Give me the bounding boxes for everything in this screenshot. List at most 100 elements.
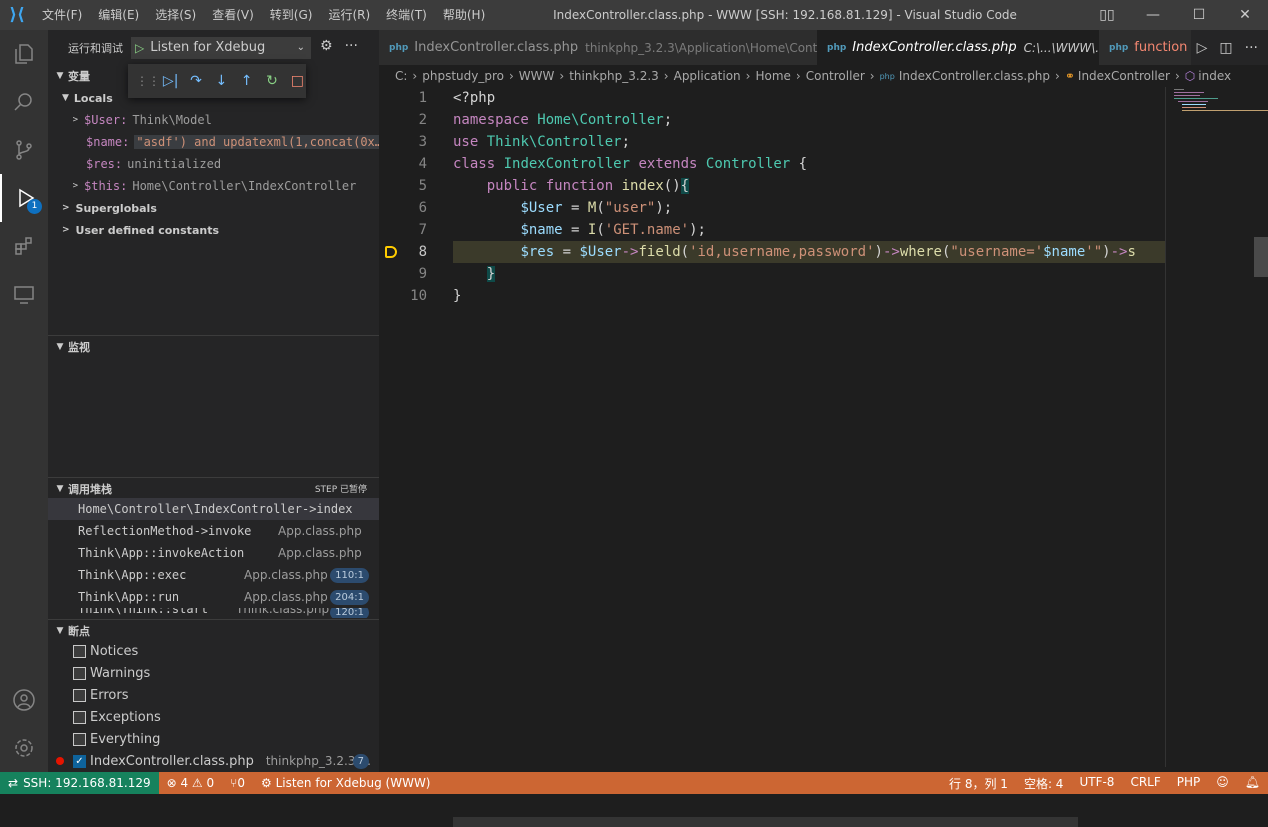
- breadcrumb-item[interactable]: IndexController: [1078, 69, 1170, 83]
- variable-user[interactable]: > $User: Think\Model: [48, 109, 379, 131]
- maximize-icon[interactable]: ☐: [1176, 0, 1222, 30]
- settings-gear-icon[interactable]: [0, 724, 48, 772]
- breakpoint-file[interactable]: ✓ IndexController.class.php thinkphp_3.2…: [48, 750, 379, 772]
- menu-run[interactable]: 运行(R): [320, 0, 378, 30]
- variable-this[interactable]: > $this: Home\Controller\IndexController: [48, 175, 379, 197]
- breakpoint-notices[interactable]: Notices: [48, 640, 379, 662]
- breadcrumb-item[interactable]: Application: [674, 69, 741, 83]
- checkbox[interactable]: [73, 732, 86, 746]
- debug-settings-gear-icon[interactable]: ⚙: [320, 38, 333, 54]
- breadcrumb-item[interactable]: thinkphp_3.2.3: [569, 69, 659, 83]
- checkbox[interactable]: [73, 710, 86, 724]
- callstack-frame[interactable]: Think\App::exec App.class.php 110:1: [48, 564, 379, 586]
- scope-superglobals[interactable]: > Superglobals: [62, 197, 157, 219]
- callstack-frame[interactable]: Think\Think::start Think.class.php 120:1: [48, 608, 379, 618]
- notifications-bell-icon[interactable]: 🔔︎: [1237, 775, 1268, 792]
- code-line[interactable]: }: [453, 285, 461, 307]
- language-mode[interactable]: PHP: [1169, 775, 1209, 792]
- checkbox[interactable]: [73, 666, 86, 680]
- encoding[interactable]: UTF-8: [1071, 775, 1122, 792]
- callstack-frame[interactable]: Think\App::run App.class.php 204:1: [48, 586, 379, 608]
- step-out-icon[interactable]: ↑: [238, 73, 255, 89]
- checkbox[interactable]: [73, 688, 86, 702]
- breakpoint-warnings[interactable]: Warnings: [48, 662, 379, 684]
- code-line[interactable]: $User = M("user");: [453, 197, 672, 219]
- code-line[interactable]: }: [453, 263, 496, 285]
- ports-indicator[interactable]: ⑂0: [222, 776, 253, 790]
- callstack-frame[interactable]: ReflectionMethod->invoke App.class.php: [48, 520, 379, 542]
- account-icon[interactable]: [0, 676, 48, 724]
- checkbox-checked[interactable]: ✓: [73, 754, 86, 768]
- menu-view[interactable]: 查看(V): [204, 0, 262, 30]
- breadcrumb-item[interactable]: WWW: [519, 69, 555, 83]
- feedback-icon[interactable]: ☺: [1208, 775, 1237, 792]
- code-line[interactable]: namespace Home\Controller;: [453, 109, 672, 131]
- layout-icon[interactable]: ▯▯: [1084, 0, 1130, 30]
- menu-file[interactable]: 文件(F): [34, 0, 90, 30]
- explorer-icon[interactable]: [0, 30, 48, 78]
- variable-name[interactable]: $name: "asdf') and updatexml(1,concat(0x…: [48, 131, 379, 153]
- drag-handle-icon[interactable]: ⋮⋮: [136, 74, 160, 88]
- breadcrumb-item[interactable]: phpstudy_pro: [422, 69, 504, 83]
- source-control-icon[interactable]: [0, 126, 48, 174]
- menu-terminal[interactable]: 终端(T): [378, 0, 435, 30]
- horizontal-scrollbar[interactable]: [453, 817, 1078, 827]
- breadcrumb-item[interactable]: IndexController.class.php: [899, 69, 1050, 83]
- menu-help[interactable]: 帮助(H): [435, 0, 493, 30]
- run-file-icon[interactable]: ▷: [1197, 40, 1208, 56]
- breadcrumb-item[interactable]: Controller: [806, 69, 865, 83]
- menu-edit[interactable]: 编辑(E): [90, 0, 147, 30]
- more-actions-icon[interactable]: ···: [1245, 40, 1258, 56]
- breadcrumb-item[interactable]: Home: [755, 69, 790, 83]
- code-line[interactable]: class IndexController extends Controller…: [453, 153, 807, 175]
- remote-indicator[interactable]: ⇄ SSH: 192.168.81.129: [0, 772, 159, 794]
- breadcrumb-item[interactable]: C:: [395, 69, 407, 83]
- tab-indexcontroller-1[interactable]: php IndexController.class.php thinkphp_3…: [379, 30, 817, 65]
- code-line[interactable]: use Think\Controller;: [453, 131, 630, 153]
- debug-config-select[interactable]: ▷ Listen for Xdebug ⌄: [131, 36, 311, 59]
- menu-go[interactable]: 转到(G): [262, 0, 321, 30]
- step-over-icon[interactable]: ↷: [187, 73, 204, 89]
- breakpoint-errors[interactable]: Errors: [48, 684, 379, 706]
- remote-explorer-icon[interactable]: [0, 270, 48, 318]
- more-actions-icon[interactable]: ···: [345, 38, 358, 54]
- close-window-icon[interactable]: ✕: [1222, 0, 1268, 30]
- breakpoint-exceptions[interactable]: Exceptions: [48, 706, 379, 728]
- vertical-scrollbar[interactable]: [1254, 237, 1268, 277]
- debug-toolbar: ⋮⋮ ▷| ↷ ↓ ↑ ↻ □: [128, 64, 306, 98]
- callstack-frame[interactable]: Think\App::invokeAction App.class.php: [48, 542, 379, 564]
- breadcrumb-item[interactable]: index: [1198, 69, 1231, 83]
- scope-user-constants[interactable]: > User defined constants: [62, 219, 219, 241]
- line-ending[interactable]: CRLF: [1122, 775, 1168, 792]
- debug-status[interactable]: ⚙ Listen for Xdebug (WWW): [253, 776, 439, 790]
- problems-indicator[interactable]: ⊗ 4 ⚠ 0: [159, 776, 223, 790]
- continue-icon[interactable]: ▷|: [162, 73, 179, 89]
- callstack-section-header[interactable]: ▼ 调用堆栈 STEP 已暂停: [48, 477, 379, 499]
- code-line[interactable]: <?php: [453, 87, 495, 109]
- code-line[interactable]: public function index(){: [453, 175, 690, 197]
- menu-selection[interactable]: 选择(S): [147, 0, 204, 30]
- run-debug-icon[interactable]: 1: [0, 174, 48, 222]
- breakpoints-section-header[interactable]: ▼ 断点: [48, 619, 379, 641]
- breakpoint-everything[interactable]: Everything: [48, 728, 379, 750]
- checkbox[interactable]: [73, 644, 86, 658]
- split-editor-icon[interactable]: ◫: [1219, 40, 1232, 56]
- start-debug-icon[interactable]: ▷: [135, 41, 144, 55]
- tab-indexcontroller-2[interactable]: php IndexController.class.php C:\...\WWW…: [817, 30, 1099, 65]
- step-into-icon[interactable]: ↓: [213, 73, 230, 89]
- search-icon[interactable]: [0, 78, 48, 126]
- callstack-frame[interactable]: Home\Controller\IndexController->index: [48, 498, 379, 520]
- stop-icon[interactable]: □: [289, 73, 306, 89]
- minimap[interactable]: [1165, 87, 1268, 767]
- variable-res[interactable]: $res: uninitialized: [48, 153, 379, 175]
- restart-icon[interactable]: ↻: [263, 73, 280, 89]
- minimize-icon[interactable]: —: [1130, 0, 1176, 30]
- code-line[interactable]: $res = $User->field('id,username,passwor…: [453, 241, 1135, 263]
- extensions-icon[interactable]: [0, 222, 48, 270]
- watch-section-header[interactable]: ▼ 监视: [48, 335, 379, 357]
- code-editor[interactable]: 1 <?php 2 namespace Home\Controller; 3 use …: [379, 87, 1165, 827]
- indentation[interactable]: 空格: 4: [1016, 775, 1072, 792]
- scope-locals[interactable]: ▼ Locals: [62, 87, 113, 109]
- cursor-position[interactable]: 行 8，列 1: [941, 775, 1016, 792]
- code-line[interactable]: $name = I('GET.name');: [453, 219, 706, 241]
